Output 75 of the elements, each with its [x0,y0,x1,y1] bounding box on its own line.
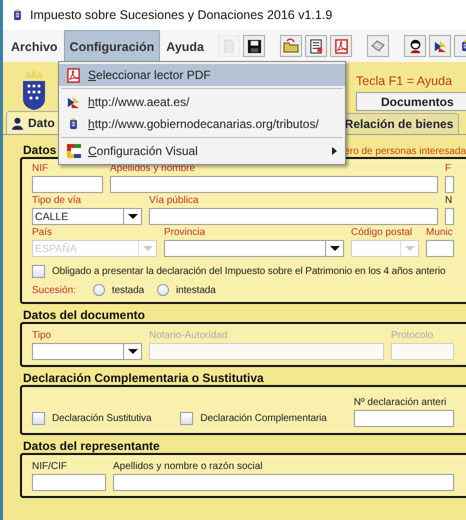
person-icon [12,116,23,130]
field-label: F [445,163,452,174]
text-field[interactable] [32,176,103,193]
person-icon [408,38,423,54]
section-title: Datos del representante [23,439,160,453]
text-field[interactable] [426,240,454,257]
palette-icon [66,143,82,159]
person-button[interactable] [404,35,426,57]
field-label: Notario-Autoridad [149,330,228,341]
dropdown[interactable]: CALLE [32,208,142,225]
field-label: Nº declaración anteri [354,397,448,408]
caret-icon [128,214,138,219]
checkbox[interactable] [180,412,194,425]
arrow-logo-button[interactable] [429,35,452,57]
menu-item[interactable]: Ayuda [160,30,210,62]
tab[interactable]: Dato [6,111,61,134]
section-title: Datos del documento [23,308,146,322]
help-hint: Tecla F1 = Ayuda [356,74,454,88]
caret-icon [128,349,138,354]
text-field[interactable] [32,474,106,491]
checkbox-label: Declaración Complementaria [200,413,327,424]
coat-of-arms-drawing [21,68,47,110]
arrow-logo-icon [432,38,448,54]
field-label: Apellidos y nombre o razón social [113,461,264,472]
radio-label: testada [112,284,144,296]
radio-label: intestada [176,284,216,296]
text-field[interactable] [354,410,454,427]
arrow-logo-icon [66,94,81,110]
menu-item[interactable]: http://www.aeat.es/ [59,91,345,113]
section-title: Declaración Complementaria o Sustitutiva [23,371,264,385]
field-label: Sucesión: [32,284,76,296]
field-label: Vía pública [149,195,200,206]
pdf-button[interactable] [330,35,352,57]
menu-item[interactable]: Configuración Visual [59,140,345,162]
document-button[interactable] [305,35,328,57]
checkbox[interactable] [32,265,45,278]
folder-icon [283,38,300,54]
text-field[interactable] [110,176,438,193]
text-field[interactable] [445,208,454,225]
field-label: NIF/CIF [32,461,68,472]
caret-icon [142,246,152,251]
documents-button[interactable]: Documentos [356,92,466,111]
menu-item[interactable]: Archivo [5,30,64,62]
caret-icon [330,246,340,251]
pdf-icon [334,38,349,54]
menu-item[interactable]: Seleccionar lector PDF [59,64,345,86]
pdf-icon [66,68,81,82]
field-label: Tipo [32,330,52,341]
dropdown[interactable] [32,343,142,360]
radio-button[interactable] [92,284,105,296]
checkbox-label: Declaración Sustitutiva [52,413,152,424]
radio-button[interactable] [157,284,170,296]
menu-item[interactable]: Configuración [64,30,160,62]
document-icon [308,38,324,54]
field-label: N [445,195,454,206]
blank-page-icon [222,39,236,53]
window-title: Impuesto sobre Sucesiones y Donaciones 2016 v1.1.9 [30,8,332,22]
folder-button[interactable] [280,35,302,57]
dropdown[interactable] [164,240,344,257]
field-label: NIF [32,163,50,174]
text-field[interactable] [113,474,454,491]
checkbox-label: Obligado a presentar la declaración del Impuesto sobre el Patrimonio en los 4 años anterio [52,266,446,277]
field-label: Protocolo [391,330,434,341]
section-title: Datos [23,143,56,157]
text-field[interactable] [149,208,438,225]
floppy-disk-button[interactable] [243,35,266,57]
checkbox[interactable] [32,412,45,425]
field-label: Provincia [164,227,206,238]
field-label: Tipo de vía [32,195,82,206]
text-field[interactable] [445,176,454,193]
printer-button[interactable] [367,35,390,57]
field-label: Código postal [351,227,414,238]
field-label: Munic [426,227,454,238]
caret-icon [404,246,414,251]
field-label: País [32,227,54,238]
